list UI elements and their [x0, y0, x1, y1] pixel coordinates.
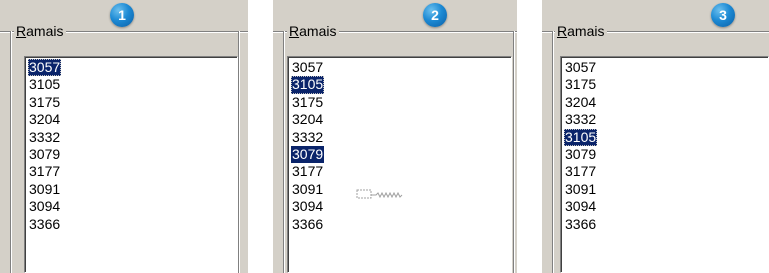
groupbox-right-border: [238, 31, 240, 273]
list-item-selected[interactable]: 3079: [291, 145, 325, 164]
list-item[interactable]: 3079: [564, 146, 597, 163]
title-rest: amais: [299, 23, 337, 39]
title-accelerator: R: [289, 23, 300, 39]
ramais-panel-step-1: Ramais 1 3057 3105 3175 3204 3332 3079 3…: [0, 0, 248, 273]
groupbox-title: Ramais: [287, 23, 340, 39]
list-item[interactable]: 3366: [564, 216, 597, 233]
step-badge: 2: [423, 3, 447, 27]
ramais-listbox[interactable]: 3057 3175 3204 3332 3105 3079 3177 3091 …: [560, 56, 769, 273]
list-item[interactable]: 3094: [564, 198, 597, 215]
groupbox-right-border: [513, 31, 515, 273]
list-item[interactable]: 3175: [291, 94, 324, 111]
groupbox-left-border: [283, 31, 285, 273]
list-item-selected[interactable]: 3105: [291, 76, 325, 94]
list-item[interactable]: 3175: [564, 76, 597, 93]
list-item[interactable]: 3366: [28, 216, 61, 233]
list-item[interactable]: 3094: [291, 198, 324, 215]
drag-move-icon: [356, 189, 403, 199]
list-item[interactable]: 3204: [291, 111, 324, 128]
step-badge: 1: [110, 3, 134, 27]
list-item[interactable]: 3177: [291, 163, 324, 180]
ramais-listbox[interactable]: 3057 3105 3175 3204 3332 3079 3177 3091 …: [24, 56, 238, 273]
groupbox-left-border: [552, 31, 554, 273]
list-item[interactable]: 3091: [291, 181, 324, 198]
list-item-selected[interactable]: 3105: [564, 128, 598, 146]
list-item[interactable]: 3079: [28, 146, 61, 163]
groupbox-title: Ramais: [14, 23, 67, 39]
ramais-panel-step-3: Ramais 3 3057 3175 3204 3332 3105 3079 3…: [542, 0, 769, 273]
list-item[interactable]: 3094: [28, 198, 61, 215]
list-item[interactable]: 3057: [291, 59, 324, 76]
list-item[interactable]: 3332: [291, 129, 324, 146]
list-item[interactable]: 3332: [28, 129, 61, 146]
step-badge: 3: [711, 3, 735, 27]
list-item[interactable]: 3204: [28, 111, 61, 128]
list-item[interactable]: 3177: [564, 163, 597, 180]
list-item[interactable]: 3177: [28, 163, 61, 180]
list-item[interactable]: 3204: [564, 94, 597, 111]
list-item-selected[interactable]: 3057: [28, 59, 62, 77]
title-accelerator: R: [557, 23, 568, 39]
groupbox-title: Ramais: [555, 23, 608, 39]
list-item[interactable]: 3105: [28, 76, 61, 93]
title-accelerator: R: [16, 23, 27, 39]
ramais-panel-step-2: Ramais 2 3057 3105 3175 3204 3332 3079 3…: [273, 0, 517, 273]
list-item[interactable]: 3091: [28, 181, 61, 198]
groupbox-left-border: [10, 31, 12, 273]
list-item[interactable]: 3091: [564, 181, 597, 198]
title-rest: amais: [26, 23, 64, 39]
list-item[interactable]: 3057: [564, 59, 597, 76]
list-item[interactable]: 3175: [28, 94, 61, 111]
ramais-listbox[interactable]: 3057 3105 3175 3204 3332 3079 3177 3091 …: [287, 56, 512, 273]
list-item[interactable]: 3332: [564, 111, 597, 128]
title-rest: amais: [567, 23, 605, 39]
list-item[interactable]: 3366: [291, 216, 324, 233]
